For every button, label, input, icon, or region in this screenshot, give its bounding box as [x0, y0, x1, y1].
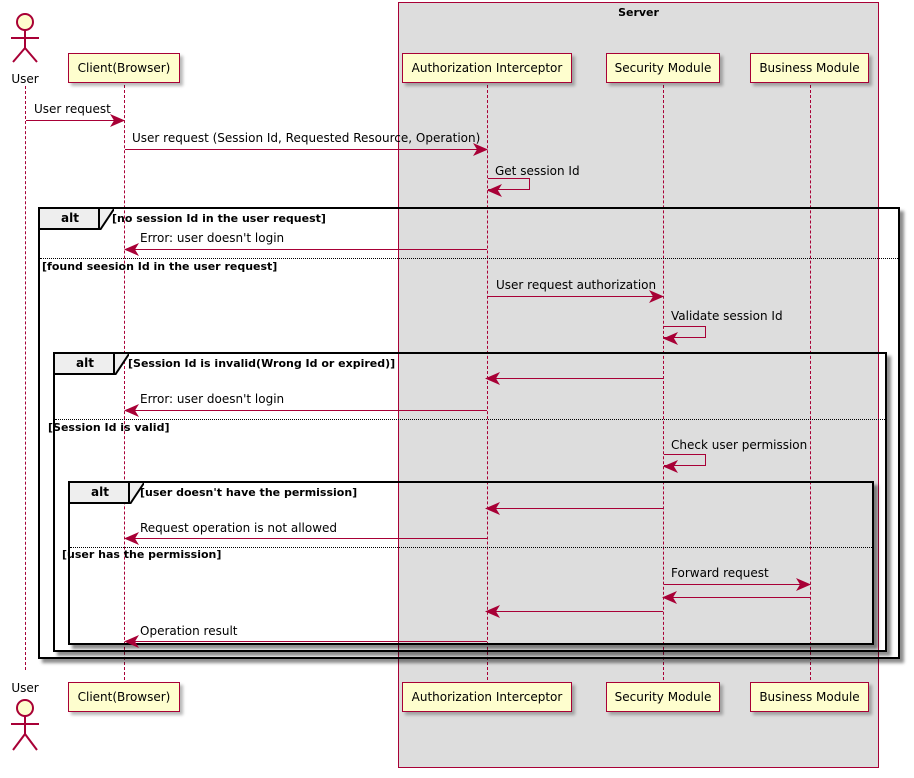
participant-client-bottom[interactable]: Client(Browser)	[68, 682, 180, 712]
participant-interceptor-bottom-label: Authorization Interceptor	[411, 690, 563, 704]
fragment-alt-permission-cond-2: [user has the permission]	[62, 548, 222, 561]
message-line-invalid-session-response	[488, 378, 663, 379]
participant-client-bottom-label: Client(Browser)	[77, 690, 171, 704]
participant-business-bottom[interactable]: Business Module	[750, 682, 869, 712]
message-line-error-no-login-2	[125, 410, 487, 411]
message-label-error-no-login-2: Error: user doesn't login	[140, 392, 285, 406]
fragment-alt-permission-label: alt	[91, 485, 109, 499]
participant-client-top[interactable]: Client(Browser)	[68, 53, 180, 83]
message-label-user-request-details: User request (Session Id, Requested Reso…	[132, 131, 481, 145]
message-line-request-authorization	[488, 296, 663, 297]
message-label-get-session-id: Get session Id	[495, 164, 580, 178]
message-label-operation-not-allowed: Request operation is not allowed	[140, 521, 338, 535]
message-line-operation-result	[125, 641, 487, 642]
message-label-request-authorization: User request authorization	[496, 278, 657, 292]
message-line-forward-request	[664, 584, 810, 585]
participant-security-top[interactable]: Security Module	[606, 53, 720, 83]
participant-business-bottom-label: Business Module	[759, 690, 860, 704]
arrowhead-operation-not-allowed	[124, 532, 139, 545]
sequence-diagram-canvas: Server User Client(Browser) Authorizatio…	[0, 0, 914, 778]
message-line-permission-denied-response	[488, 508, 663, 509]
fragment-alt-session-presence-cond-2: [found seesion Id in the user request]	[42, 260, 278, 273]
arrowhead-permission-denied-response	[485, 502, 500, 515]
actor-user-bottom-icon	[11, 699, 39, 751]
arrowhead-business-response	[662, 591, 677, 604]
message-line-error-no-login-1	[125, 249, 487, 250]
arrowhead-operation-result	[124, 635, 139, 648]
fragment-alt-session-presence-divider	[40, 258, 898, 259]
group-title-server: Server	[618, 6, 659, 19]
message-label-operation-result: Operation result	[140, 624, 238, 638]
arrowhead-security-response	[485, 605, 500, 618]
participant-interceptor-top-label: Authorization Interceptor	[411, 61, 563, 75]
message-line-business-response	[664, 597, 810, 598]
arrowhead-user-request	[110, 114, 125, 127]
message-label-check-user-permission: Check user permission	[671, 438, 808, 452]
fragment-alt-session-validity-label: alt	[76, 356, 94, 370]
participant-security-bottom-label: Security Module	[614, 690, 712, 704]
message-line-security-response	[488, 611, 663, 612]
participant-security-bottom[interactable]: Security Module	[606, 682, 720, 712]
arrowhead-forward-request	[796, 578, 811, 591]
arrowhead-error-no-login-1	[124, 243, 139, 256]
fragment-alt-session-validity-cond-1: [Session Id is invalid(Wrong Id or expir…	[128, 357, 396, 370]
participant-security-top-label: Security Module	[614, 61, 712, 75]
arrowhead-invalid-session-response	[485, 372, 500, 385]
message-line-user-request-details	[125, 149, 487, 150]
fragment-alt-session-presence-label: alt	[61, 211, 79, 225]
participant-business-top[interactable]: Business Module	[750, 53, 869, 83]
arrowhead-get-session-id	[487, 184, 502, 197]
message-line-operation-not-allowed	[125, 538, 487, 539]
message-label-forward-request: Forward request	[671, 566, 769, 580]
lifeline-user	[25, 86, 26, 670]
message-label-validate-session-id: Validate session Id	[671, 309, 783, 323]
fragment-alt-permission-cond-1: [user doesn't have the permission]	[140, 486, 358, 499]
actor-user-bottom-label: User	[11, 681, 39, 695]
fragment-alt-session-validity-divider	[55, 419, 885, 420]
actor-user-top-label: User	[11, 72, 39, 86]
fragment-alt-session-validity-cond-2: [Session Id is valid]	[48, 421, 170, 434]
participant-interceptor-bottom[interactable]: Authorization Interceptor	[402, 682, 572, 712]
arrowhead-error-no-login-2	[124, 404, 139, 417]
arrowhead-check-user-permission	[663, 460, 678, 473]
participant-business-top-label: Business Module	[759, 61, 860, 75]
actor-user-top-icon	[11, 13, 39, 63]
participant-interceptor-top[interactable]: Authorization Interceptor	[402, 53, 572, 83]
fragment-alt-session-validity-tab-corner	[115, 354, 129, 375]
participant-client-top-label: Client(Browser)	[77, 61, 171, 75]
arrowhead-validate-session-id	[663, 332, 678, 345]
fragment-alt-session-presence-cond-1: [no session Id in the user request]	[112, 212, 326, 225]
message-label-user-request: User request	[34, 102, 111, 116]
fragment-alt-permission	[68, 481, 874, 645]
message-label-error-no-login-1: Error: user doesn't login	[140, 231, 285, 245]
